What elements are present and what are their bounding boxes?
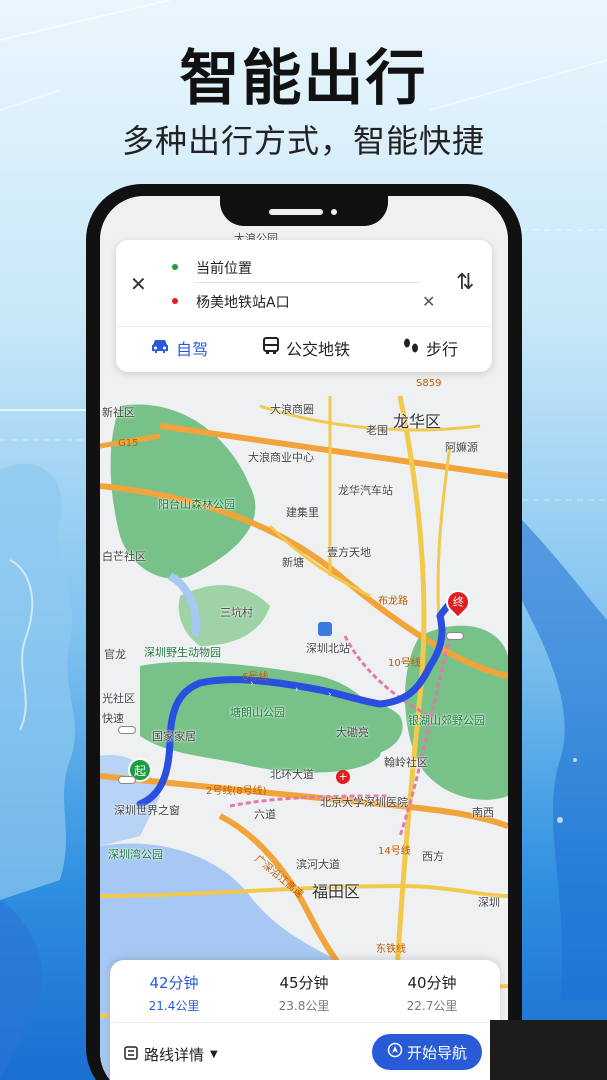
clear-icon[interactable]: ✕ — [422, 292, 435, 311]
mode-label: 公交地铁 — [286, 340, 351, 359]
map-label-park: 塘朗山公园 — [230, 706, 285, 719]
destination-dot-icon — [172, 298, 178, 304]
map-label: 深圳 — [478, 896, 500, 909]
map-label: 白芒社区 — [102, 550, 146, 563]
map-label: 北京大学深圳医院 — [320, 796, 408, 809]
route-options-panel: 42分钟 21.4公里 45分钟 23.8公里 40分钟 22.7公里 路线详情… — [110, 960, 500, 1080]
svg-text:›: › — [295, 685, 299, 695]
mode-tab-drive[interactable]: 自驾 — [150, 336, 208, 360]
road-badge: 14号线 — [378, 846, 411, 857]
map-label-park: 银湖山郊野公园 — [408, 714, 485, 727]
road-badge: 2号线(8号线) — [206, 786, 267, 797]
map-label: 国家家居 — [152, 730, 196, 743]
map-label: 西方 — [422, 850, 444, 863]
map-label-district: 龙华区 — [393, 412, 442, 431]
map-label: 壹方天地 — [327, 546, 371, 559]
road-badge: 布龙路 — [378, 596, 408, 607]
map-label: 南西 — [472, 806, 494, 819]
map-label: 新塘 — [282, 556, 304, 569]
road-badge: G15 — [118, 438, 139, 449]
swap-icon[interactable]: ⇅ — [456, 270, 474, 295]
route-distance: 23.8公里 — [278, 999, 330, 1013]
map-label: 大浪商业中心 — [248, 451, 314, 464]
start-navigation-label: 开始导航 — [406, 1043, 467, 1062]
map-label: 深圳北站 — [306, 642, 350, 655]
route-detail-label: 路线详情 — [144, 1046, 205, 1064]
promo-headline: 智能出行 — [179, 44, 428, 114]
map-label: 大浪商圈 — [270, 403, 314, 416]
promo-subline: 多种出行方式，智能快捷 — [121, 122, 485, 160]
traffic-light-icon — [446, 632, 464, 640]
map-label: 六道 — [254, 808, 276, 821]
map-label-road: 滨河大道 — [296, 858, 340, 871]
footprint-icon — [402, 337, 420, 359]
map-label-park: 阳台山森林公园 — [158, 498, 235, 511]
origin-field[interactable]: 当前位置 — [196, 258, 252, 278]
start-navigation-button[interactable]: 开始导航 — [372, 1034, 482, 1070]
navigate-icon — [387, 1042, 403, 1062]
map-label: 老围 — [366, 424, 388, 437]
chevron-down-icon: ▼ — [210, 1049, 218, 1060]
map-label: 建集里 — [286, 506, 319, 519]
road-badge: S859 — [416, 378, 442, 389]
close-icon[interactable]: ✕ — [130, 272, 147, 296]
mode-label: 步行 — [426, 340, 459, 359]
panel-divider — [110, 1022, 500, 1023]
map-label: 翰岭社区 — [384, 756, 428, 769]
road-badge: 6号线 — [242, 672, 269, 683]
route-time: 42分钟 — [149, 974, 199, 992]
svg-text:›: › — [328, 690, 332, 700]
mode-tab-walk[interactable]: 步行 — [402, 336, 458, 360]
route-search-card: ✕ 当前位置 杨美地铁站A口 ✕ ⇅ 自驾 公交地铁 步行 — [116, 240, 492, 372]
route-distance: 22.7公里 — [406, 999, 458, 1013]
end-marker-label: 终 — [452, 596, 464, 609]
road-badge: 东铁线 — [376, 944, 406, 955]
route-time: 40分钟 — [407, 974, 457, 992]
field-divider — [194, 282, 420, 283]
camera-dot — [331, 209, 337, 215]
map-label: 三坑村 — [220, 606, 253, 619]
corner-overlay — [490, 1020, 607, 1080]
route-distance: 21.4公里 — [148, 999, 200, 1013]
traffic-light-icon — [118, 726, 136, 734]
mode-label: 自驾 — [176, 340, 209, 359]
origin-dot-icon — [172, 264, 178, 270]
route-option-3[interactable]: 40分钟 22.7公里 — [382, 972, 482, 1014]
metro-icon — [318, 622, 332, 636]
start-marker-label: 起 — [133, 763, 146, 778]
road-badge: 10号线 — [388, 658, 421, 669]
map-label: 光社区 — [102, 692, 135, 705]
route-option-1[interactable]: 42分钟 21.4公里 — [124, 972, 224, 1014]
mode-tab-transit[interactable]: 公交地铁 — [262, 336, 350, 360]
route-time: 45分钟 — [279, 974, 329, 992]
map-label: 快速 — [102, 712, 124, 725]
card-divider — [116, 326, 492, 327]
map-label: 大磡亮 — [336, 726, 369, 739]
map-label: 龙华汽车站 — [338, 484, 393, 497]
phone-notch — [220, 184, 388, 226]
route-detail-toggle[interactable]: 路线详情 ▼ — [124, 1044, 218, 1065]
earpiece — [269, 209, 323, 215]
map-label: 深圳世界之窗 — [114, 804, 180, 817]
destination-field[interactable]: 杨美地铁站A口 — [196, 292, 290, 312]
hospital-icon: + — [336, 770, 350, 784]
map-label: 新社区 — [102, 406, 135, 419]
traffic-light-icon — [118, 776, 136, 784]
map-label: 阿嫲源 — [445, 441, 478, 454]
list-icon — [124, 1045, 138, 1064]
car-icon — [150, 338, 170, 358]
map-label-park: 深圳湾公园 — [108, 848, 163, 861]
map-label-district: 福田区 — [312, 882, 361, 901]
svg-text:›: › — [400, 686, 404, 696]
route-option-2[interactable]: 45分钟 23.8公里 — [254, 972, 354, 1014]
bus-icon — [262, 337, 280, 359]
map-label-park: 深圳野生动物园 — [144, 646, 221, 659]
map-label: 官龙 — [104, 648, 126, 661]
map-label-road: 北环大道 — [270, 768, 314, 781]
